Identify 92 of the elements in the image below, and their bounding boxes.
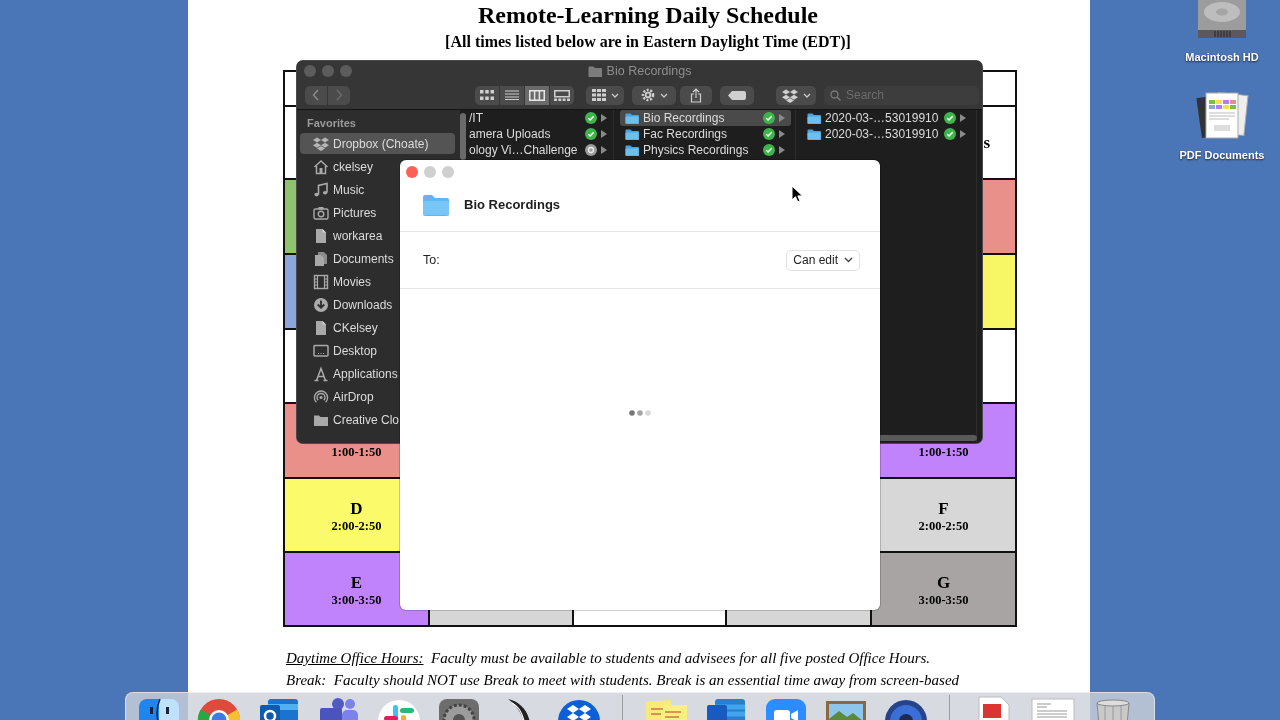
period-time: 2:00-2:50 [918,519,969,533]
list-icon [505,90,519,100]
folder-icon [422,193,450,216]
file-row[interactable]: 2020-03-…53019910 [802,110,972,126]
applications-icon [313,365,329,382]
sidebar-item[interactable]: Creative Clo [300,409,400,430]
view-mode-button[interactable] [500,85,524,105]
file-row[interactable]: /IT [468,110,613,126]
sidebar-item[interactable]: CKelsey [300,317,378,338]
gallery-icon [554,89,570,101]
sidebar-heading: Favorites [306,116,356,130]
sidebar-item[interactable]: Music [300,179,365,200]
note-paragraph: Break: Faculty should NOT use Break to meet with students. Break is an essential time away from screen-based [286,671,960,690]
document-title: Remote-Learning Daily Schedule [478,1,818,29]
sidebar-item[interactable]: Dropbox (Choate) [300,133,455,154]
chevron-right-icon [335,89,343,101]
note-paragraph: Daytime Office Hours: Faculty must be available to students and advisees for all five posted Office Hours. [286,649,931,668]
period-time: 1:00-1:50 [918,445,969,459]
folder-icon [807,128,821,140]
folder-icon [625,112,639,124]
period-letter: F [938,499,949,519]
diamond-logo-icon [313,135,329,152]
group-button[interactable] [586,85,624,105]
share-button[interactable] [680,85,712,105]
view-mode-button[interactable] [525,85,549,105]
caret-icon [802,92,811,98]
tag-button[interactable] [720,85,754,105]
desktop-icon-label[interactable]: PDF Documents [1179,148,1265,162]
to-label: To: [423,253,440,267]
period-time: 1:00-1:50 [331,445,382,459]
share-icon [690,87,702,103]
permission-dropdown[interactable]: Can edit [786,249,860,271]
sidebar-item[interactable]: Downloads [300,294,393,315]
period-time: 2:00-2:50 [331,519,382,533]
search-icon [830,89,841,101]
gear-icon [640,88,655,102]
folder-icon [625,128,639,140]
heading-fragment: s [983,132,990,153]
dialog-title: Bio Recordings [464,197,561,212]
sidebar-item[interactable]: ckelsey [300,156,373,177]
file-row[interactable]: ology Vi…Challenge [468,142,613,158]
document-icon [313,319,329,336]
desktop-icon-label[interactable]: Macintosh HD [1185,50,1259,64]
download-icon [313,296,329,313]
window-title: Bio Recordings [606,64,692,78]
document-subtitle: [All times listed below are in Eastern Daylight Time (EDT)] [445,32,851,53]
sidebar-item[interactable]: Movies [300,271,371,292]
file-row[interactable]: Fac Recordings [620,126,791,142]
chevron-down-icon [844,257,853,263]
action-button[interactable] [632,85,676,105]
file-row[interactable]: 2020-03-…53019910 [802,126,972,142]
caret-icon [659,92,668,98]
sidebar-item[interactable]: Pictures [300,202,377,223]
view-mode-button[interactable] [550,85,574,105]
document-icon [313,227,329,244]
scrollbar-thumb[interactable] [460,113,466,160]
file-row[interactable]: amera Uploads [468,126,613,142]
tag-icon [728,90,746,100]
sidebar-item[interactable]: AirDrop [300,386,374,407]
period-letter: E [350,573,363,593]
period-time: 3:00-3:50 [331,593,382,607]
grid-icon [591,89,606,101]
view-mode-button[interactable] [475,85,499,105]
sync-menu-button[interactable] [776,85,816,105]
sidebar-item[interactable]: Applications [300,363,398,384]
folder-icon [807,112,821,124]
chevron-left-icon [312,89,320,101]
grid-icon [480,90,494,100]
house-icon [313,158,329,175]
music-note-icon [313,181,329,198]
monitor-icon [313,342,329,359]
folder-icon [587,65,602,77]
folder-icon [625,144,639,156]
period-letter: D [350,499,363,519]
sidebar-item[interactable]: Documents [300,248,394,269]
sidebar-item[interactable]: Desktop [300,340,378,361]
period-letter: G [936,573,951,593]
period-time: 3:00-3:50 [918,593,969,607]
sidebar-item[interactable]: workarea [300,225,383,246]
camera-icon [313,204,329,221]
documents-icon [313,250,329,267]
close-button[interactable] [406,166,418,178]
file-row[interactable]: Bio Recordings [620,110,791,126]
film-icon [313,273,329,290]
pdf-document-icon[interactable] [1194,90,1250,140]
columns-icon [529,89,545,101]
file-row[interactable]: Physics Recordings [620,142,791,158]
diamond-logo-icon [781,87,798,103]
caret-icon [610,92,619,98]
pointer-cursor-icon [791,185,803,203]
back-button[interactable] [305,85,327,105]
signal-rings-icon [313,388,329,405]
